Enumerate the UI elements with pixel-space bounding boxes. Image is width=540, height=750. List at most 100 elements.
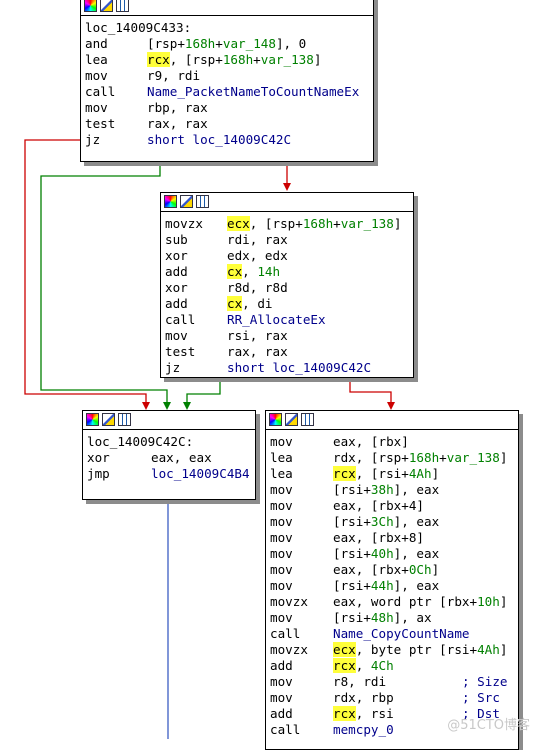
watermark: @51CTO博客 — [447, 718, 530, 733]
graph-view-icon[interactable] — [116, 0, 129, 12]
color-palette-icon[interactable] — [164, 195, 177, 208]
instruction-row[interactable]: add cx, 14h — [165, 264, 409, 280]
block-header — [266, 411, 518, 430]
block-header — [161, 193, 413, 212]
arrowhead — [142, 402, 150, 410]
operands: [rsi+48h], ax — [333, 610, 432, 625]
instruction-row[interactable]: mov rbp, rax — [85, 100, 369, 116]
instruction-row[interactable]: xor r8d, r8d — [165, 280, 409, 296]
mnemonic: mov — [270, 546, 293, 561]
instruction-row[interactable]: mov [rsi+40h], eax — [270, 546, 514, 562]
instruction-row[interactable]: test rax, rax — [85, 116, 369, 132]
mnemonic: mov — [270, 482, 293, 497]
instruction-row[interactable]: xor edx, edx — [165, 248, 409, 264]
mnemonic: mov — [270, 498, 293, 513]
instruction-row[interactable]: jz short loc_14009C42C — [165, 360, 409, 376]
operands: rdx, rbp — [333, 690, 394, 705]
operands: rax, rax — [147, 116, 208, 131]
operands: rcx, [rsp+168h+var_138] — [147, 52, 322, 67]
mnemonic: mov — [270, 690, 293, 705]
code-block-copy-name[interactable]: mov eax, [rbx] lea rdx, [rsp+168h+var_138] l… — [265, 410, 519, 750]
instruction-row[interactable]: mov r8, rdi ; Size — [270, 674, 514, 690]
mnemonic: mov — [165, 328, 188, 343]
operands: [rsi+3Ch], eax — [333, 514, 440, 529]
block-code: movzx ecx, [rsp+168h+var_138] sub rdi, rax x… — [161, 212, 413, 377]
instruction-row[interactable]: mov r9, rdi — [85, 68, 369, 84]
code-block-loc-14009C433[interactable]: loc_14009C433: and [rsp+168h+var_148], 0 le… — [80, 0, 374, 162]
block-label[interactable]: loc_14009C433: — [85, 20, 369, 36]
instruction-row[interactable]: jz short loc_14009C42C — [85, 132, 369, 148]
block-label[interactable]: loc_14009C42C: — [87, 434, 251, 450]
mnemonic: mov — [85, 68, 108, 83]
operands: loc_14009C4B4 — [151, 466, 250, 481]
operands: [rsi+44h], eax — [333, 578, 440, 593]
mnemonic: jz — [165, 360, 181, 375]
mnemonic: add — [165, 296, 188, 311]
edge-block2-to-loc42c — [186, 376, 221, 404]
graph-view-icon[interactable] — [196, 195, 209, 208]
instruction-row[interactable]: mov eax, [rbx+8] — [270, 530, 514, 546]
block-code: mov eax, [rbx] lea rdx, [rsp+168h+var_138] l… — [266, 430, 518, 740]
color-palette-icon[interactable] — [86, 413, 99, 426]
instruction-row[interactable]: mov rsi, rax — [165, 328, 409, 344]
edit-pencil-icon[interactable] — [285, 413, 298, 426]
instruction-row[interactable]: test rax, rax — [165, 344, 409, 360]
instruction-row[interactable]: add cx, di — [165, 296, 409, 312]
block-code: loc_14009C433: and [rsp+168h+var_148], 0 le… — [81, 16, 373, 150]
instruction-row[interactable]: mov rdx, rbp ; Src — [270, 690, 514, 706]
block-header — [83, 411, 255, 430]
instruction-row[interactable]: movzx eax, word ptr [rbx+10h] — [270, 594, 514, 610]
instruction-row[interactable]: mov eax, [rbx] — [270, 434, 514, 450]
instruction-row[interactable]: movzx ecx, byte ptr [rsi+4Ah] — [270, 642, 514, 658]
code-block-loc-14009C42C[interactable]: loc_14009C42C: xor eax, eax jmp loc_14009C4B… — [82, 410, 256, 500]
comment: ; Src — [462, 690, 500, 705]
edge-block2-to-block4 — [349, 376, 392, 404]
mnemonic: call — [270, 626, 301, 641]
instruction-row[interactable]: lea rdx, [rsp+168h+var_138] — [270, 450, 514, 466]
block-code: loc_14009C42C: xor eax, eax jmp loc_14009C4B… — [83, 430, 255, 484]
mnemonic: mov — [270, 610, 293, 625]
color-palette-icon[interactable] — [269, 413, 282, 426]
edit-pencil-icon[interactable] — [180, 195, 193, 208]
instruction-row[interactable]: mov [rsi+38h], eax — [270, 482, 514, 498]
instruction-row[interactable]: mov [rsi+48h], ax — [270, 610, 514, 626]
graph-view-icon[interactable] — [118, 413, 131, 426]
instruction-row[interactable]: mov eax, [rbx+4] — [270, 498, 514, 514]
instruction-row[interactable]: lea rcx, [rsi+4Ah] — [270, 466, 514, 482]
operands: Name_PacketNameToCountNameEx — [147, 84, 360, 99]
mnemonic: mov — [270, 562, 293, 577]
operands: rcx, rsi — [333, 706, 394, 721]
mnemonic: mov — [270, 530, 293, 545]
mnemonic: add — [270, 706, 293, 721]
instruction-row[interactable]: call RR_AllocateEx — [165, 312, 409, 328]
instruction-row[interactable]: mov [rsi+44h], eax — [270, 578, 514, 594]
code-block-allocate[interactable]: movzx ecx, [rsp+168h+var_138] sub rdi, rax x… — [160, 192, 414, 378]
instruction-row[interactable]: mov eax, [rbx+0Ch] — [270, 562, 514, 578]
instruction-row[interactable]: movzx ecx, [rsp+168h+var_138] — [165, 216, 409, 232]
operands: eax, [rbx] — [333, 434, 409, 449]
graph-view-icon[interactable] — [301, 413, 314, 426]
edit-pencil-icon[interactable] — [102, 413, 115, 426]
instruction-row[interactable]: and [rsp+168h+var_148], 0 — [85, 36, 369, 52]
operands: rdx, [rsp+168h+var_138] — [333, 450, 508, 465]
instruction-row[interactable]: call Name_CopyCountName — [270, 626, 514, 642]
mnemonic: and — [85, 36, 108, 51]
mnemonic: jmp — [87, 466, 110, 481]
operands: eax, [rbx+8] — [333, 530, 424, 545]
instruction-row[interactable]: sub rdi, rax — [165, 232, 409, 248]
mnemonic: movzx — [165, 216, 203, 231]
operands: short loc_14009C42C — [147, 132, 292, 147]
instruction-row[interactable]: xor eax, eax — [87, 450, 251, 466]
edit-pencil-icon[interactable] — [100, 0, 113, 12]
mnemonic: jz — [85, 132, 101, 147]
operands: edx, edx — [227, 248, 288, 263]
comment: ; Size — [462, 674, 508, 689]
arrowhead — [283, 183, 291, 191]
instruction-row[interactable]: jmp loc_14009C4B4 — [87, 466, 251, 482]
instruction-row[interactable]: lea rcx, [rsp+168h+var_138] — [85, 52, 369, 68]
instruction-row[interactable]: add rcx, 4Ch — [270, 658, 514, 674]
color-palette-icon[interactable] — [84, 0, 97, 12]
arrowhead — [163, 402, 171, 410]
instruction-row[interactable]: call Name_PacketNameToCountNameEx — [85, 84, 369, 100]
instruction-row[interactable]: mov [rsi+3Ch], eax — [270, 514, 514, 530]
